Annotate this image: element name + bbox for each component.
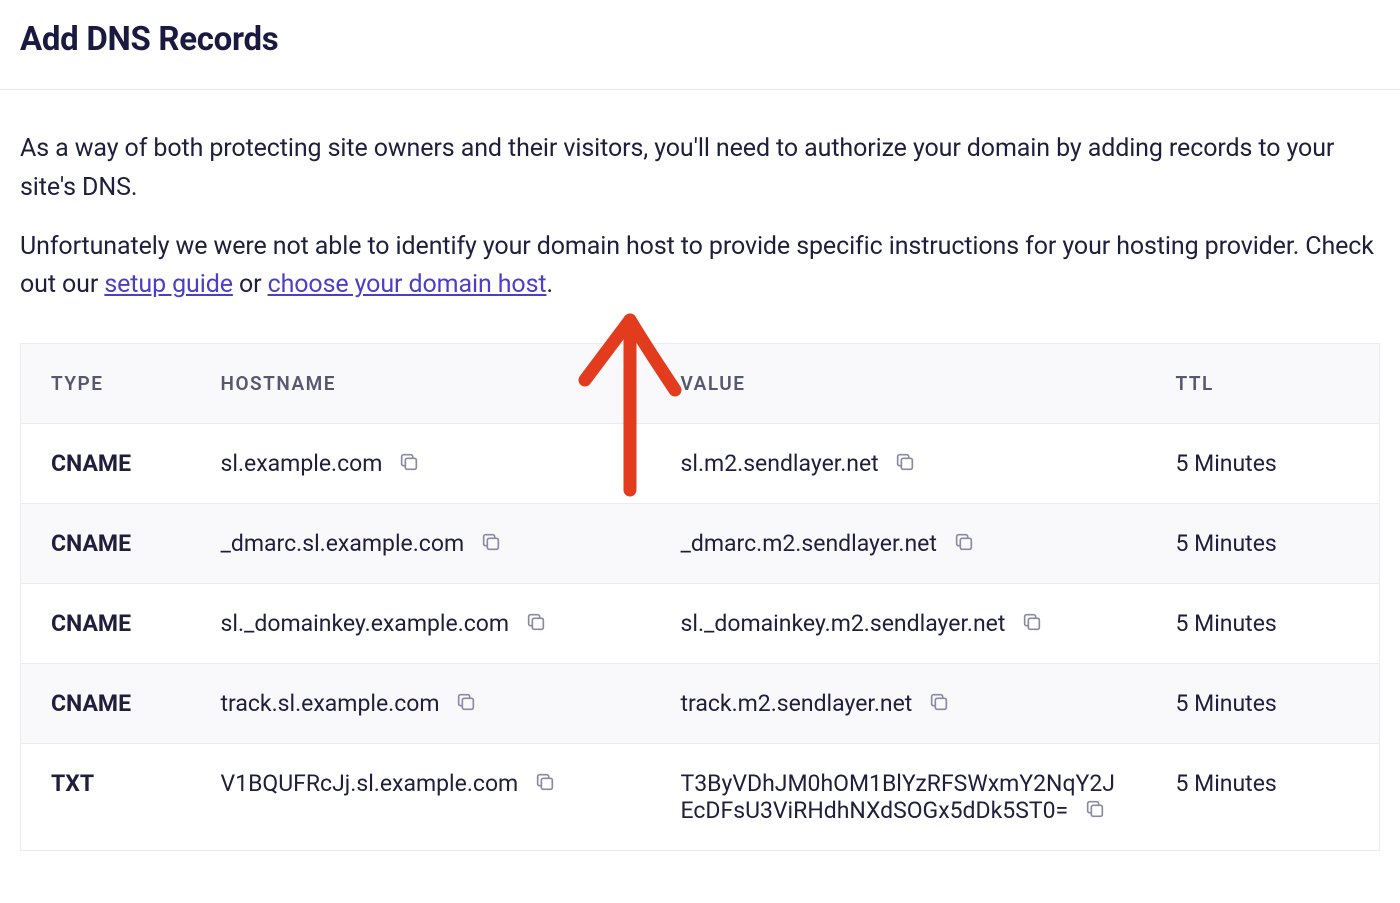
intro-paragraph-2: Unfortunately we were not able to identi…: [20, 228, 1380, 306]
table-row: CNAME track.sl.example.com track.m2.send…: [21, 664, 1380, 744]
table-row: CNAME _dmarc.sl.example.com _dmarc.m2.se…: [21, 504, 1380, 584]
cell-ttl: 5 Minutes: [1146, 424, 1380, 504]
cell-type: CNAME: [21, 504, 191, 584]
cell-type: CNAME: [21, 664, 191, 744]
cell-value: track.m2.sendlayer.net: [651, 664, 1146, 744]
cell-type: TXT: [21, 744, 191, 851]
cell-ttl: 5 Minutes: [1146, 744, 1380, 851]
hostname-text: track.sl.example.com: [221, 690, 440, 717]
header-hostname: HOSTNAME: [191, 344, 651, 424]
cell-hostname: _dmarc.sl.example.com: [191, 504, 651, 584]
copy-icon[interactable]: [953, 531, 975, 553]
copy-icon[interactable]: [525, 611, 547, 633]
table-row: CNAME sl.example.com sl.m2.sendlayer.net…: [21, 424, 1380, 504]
value-text: track.m2.sendlayer.net: [681, 690, 913, 717]
intro-text-mid: or: [233, 270, 268, 299]
header-value: VALUE: [651, 344, 1146, 424]
cell-type: CNAME: [21, 584, 191, 664]
copy-icon[interactable]: [928, 691, 950, 713]
cell-hostname: sl._domainkey.example.com: [191, 584, 651, 664]
cell-ttl: 5 Minutes: [1146, 584, 1380, 664]
value-text: sl._domainkey.m2.sendlayer.net: [681, 610, 1006, 637]
value-text: T3ByVDhJM0hOM1BlYzRFSWxmY2NqY2JEcDFsU3Vi…: [681, 770, 1115, 824]
cell-value: _dmarc.m2.sendlayer.net: [651, 504, 1146, 584]
cell-ttl: 5 Minutes: [1146, 504, 1380, 584]
header-ttl: TTL: [1146, 344, 1380, 424]
cell-hostname: V1BQUFRcJj.sl.example.com: [191, 744, 651, 851]
hostname-text: sl._domainkey.example.com: [221, 610, 510, 637]
cell-hostname: track.sl.example.com: [191, 664, 651, 744]
copy-icon[interactable]: [1084, 798, 1106, 820]
copy-icon[interactable]: [534, 771, 556, 793]
page-title: Add DNS Records: [20, 20, 1380, 59]
table-row: TXT V1BQUFRcJj.sl.example.com T3ByVDhJM0…: [21, 744, 1380, 851]
copy-icon[interactable]: [398, 451, 420, 473]
hostname-text: _dmarc.sl.example.com: [221, 530, 465, 557]
table-row: CNAME sl._domainkey.example.com sl._doma…: [21, 584, 1380, 664]
choose-domain-host-link[interactable]: choose your domain host: [268, 270, 547, 299]
cell-ttl: 5 Minutes: [1146, 664, 1380, 744]
setup-guide-link[interactable]: setup guide: [104, 270, 233, 299]
cell-value: sl._domainkey.m2.sendlayer.net: [651, 584, 1146, 664]
hostname-text: sl.example.com: [221, 450, 383, 477]
table-header-row: TYPE HOSTNAME VALUE TTL: [21, 344, 1380, 424]
cell-value: sl.m2.sendlayer.net: [651, 424, 1146, 504]
copy-icon[interactable]: [1021, 611, 1043, 633]
dns-records-table: TYPE HOSTNAME VALUE TTL CNAME sl.example…: [20, 343, 1380, 851]
hostname-text: V1BQUFRcJj.sl.example.com: [221, 770, 519, 797]
cell-value: T3ByVDhJM0hOM1BlYzRFSWxmY2NqY2JEcDFsU3Vi…: [651, 744, 1146, 851]
section-divider: [0, 89, 1400, 90]
value-text: _dmarc.m2.sendlayer.net: [681, 530, 937, 557]
value-text: sl.m2.sendlayer.net: [681, 450, 879, 477]
copy-icon[interactable]: [455, 691, 477, 713]
intro-text-post: .: [546, 270, 553, 299]
cell-hostname: sl.example.com: [191, 424, 651, 504]
intro-paragraph-1: As a way of both protecting site owners …: [20, 130, 1380, 208]
header-type: TYPE: [21, 344, 191, 424]
copy-icon[interactable]: [480, 531, 502, 553]
copy-icon[interactable]: [894, 451, 916, 473]
cell-type: CNAME: [21, 424, 191, 504]
